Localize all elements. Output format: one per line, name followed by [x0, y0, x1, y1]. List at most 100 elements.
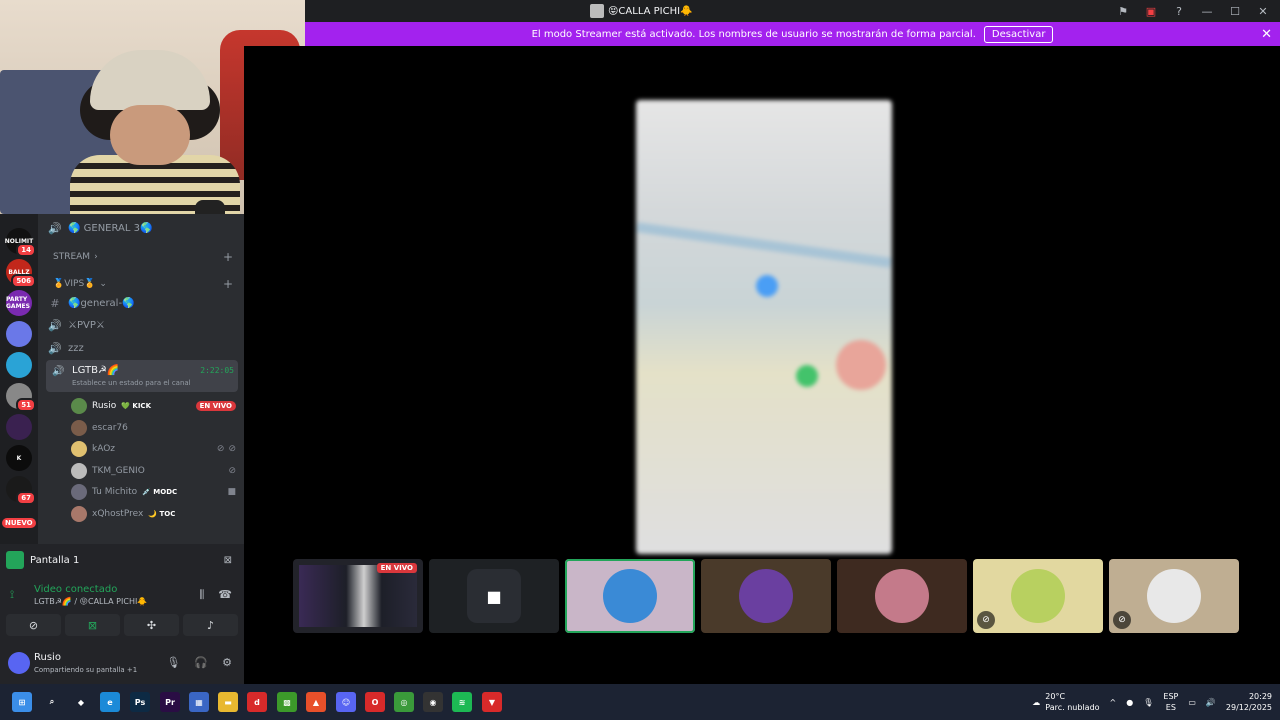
voice-user[interactable]: Rusio 💚 KICK EN VIVO — [71, 398, 236, 414]
close-window-icon[interactable]: ✕ — [1256, 4, 1270, 18]
activities-button[interactable]: ✣ — [124, 614, 179, 636]
signal-icon[interactable]: ⟟ — [10, 588, 14, 602]
mic-muted-icon: ⊘ — [228, 465, 236, 476]
screen-share-button[interactable]: ⊠ — [65, 614, 120, 636]
app-red-icon[interactable]: ▼ — [482, 692, 502, 712]
explorer-icon[interactable]: ▬ — [218, 692, 238, 712]
avatar — [71, 505, 87, 522]
network-icon[interactable]: ▭ — [1188, 698, 1196, 707]
participant-tiles: EN VIVO ■ ⊘ ⊘ — [293, 559, 1239, 633]
camera-icon: ■ — [467, 569, 521, 623]
voice-user[interactable]: Tu Michito 💉 MODC ■ — [71, 484, 236, 500]
channel-zzz[interactable]: 🔊 zzz — [48, 342, 238, 355]
channel-active-voice[interactable]: 🔊 LGTB☭🌈 2:22:05 Establece un estado par… — [46, 360, 238, 392]
spotify-icon[interactable]: ≋ — [452, 692, 472, 712]
volume-icon[interactable]: 🔊 — [1206, 698, 1216, 707]
avatar — [603, 569, 657, 623]
system-tray: ☁ 20°C Parc. nublado ^ ● 🎙 ESP ES ▭ 🔊 20:2… — [1032, 684, 1272, 720]
server-icon[interactable]: BALLZ 506 — [6, 259, 36, 288]
voice-connection: ⟟ Video conectado LGTB☭🌈 / 😝CALLA PICHI🐥… — [10, 584, 232, 606]
voice-user[interactable]: xQhostPrex 🌙 TOC — [71, 505, 236, 522]
language-indicator[interactable]: ESP ES — [1163, 691, 1178, 713]
app-d-icon[interactable]: d — [247, 692, 267, 712]
channel-general3[interactable]: 🔊 🌎 GENERAL 3🌎 — [48, 222, 238, 235]
add-channel-icon[interactable]: + — [223, 277, 233, 291]
server-icon[interactable] — [6, 414, 32, 440]
voice-user[interactable]: kAOz ⊘ ⊘ — [71, 441, 236, 457]
search-icon[interactable]: ⌕ — [42, 692, 62, 712]
disconnect-icon[interactable]: ☎ — [218, 588, 232, 602]
channel-status[interactable]: Establece un estado para el canal — [72, 379, 191, 387]
obs-icon[interactable]: ◉ — [423, 692, 443, 712]
add-channel-icon[interactable]: + — [223, 250, 233, 264]
tray-chevron-icon[interactable]: ^ — [1110, 698, 1117, 707]
participant-tile[interactable]: ■ — [429, 559, 559, 633]
stop-share-icon[interactable]: ⊠ — [224, 555, 232, 566]
weather-widget[interactable]: ☁ 20°C Parc. nublado — [1032, 691, 1099, 713]
soundboard-icon[interactable]: ⫼ — [199, 588, 204, 602]
headphones-icon[interactable]: 🎧 — [194, 656, 208, 669]
category-vips[interactable]: 🏅VIPS🏅 ⌄ + — [53, 277, 233, 291]
screen-icon[interactable]: ▣ — [1144, 4, 1158, 18]
mention-badge: 67 — [16, 491, 36, 505]
avatar — [739, 569, 793, 623]
hash-icon: # — [50, 297, 60, 310]
participant-tile[interactable]: EN VIVO — [293, 559, 423, 633]
store-icon[interactable]: ▦ — [189, 692, 209, 712]
user-tag: 💉 MODC — [142, 488, 178, 496]
discord-window: 😝CALLA PICHI🐥 ⚑ ▣ ? — ☐ ✕ El modo Stream… — [0, 0, 1280, 720]
close-banner-icon[interactable]: ✕ — [1261, 27, 1272, 42]
flag-icon[interactable]: ⚑ — [1116, 4, 1130, 18]
shared-screen-view[interactable] — [636, 100, 892, 554]
soundboard-button[interactable]: ♪ — [183, 614, 238, 636]
voice-controls: ⊘ ⊠ ✣ ♪ — [6, 614, 238, 636]
mention-badge: 51 — [16, 398, 36, 412]
participant-tile[interactable] — [701, 559, 831, 633]
live-badge: EN VIVO — [376, 563, 417, 573]
maximize-icon[interactable]: ☐ — [1228, 4, 1242, 18]
server-icon[interactable] — [6, 321, 32, 347]
start-icon[interactable]: ⊞ — [12, 692, 32, 712]
brave-icon[interactable]: ▲ — [306, 692, 326, 712]
avatar — [71, 462, 87, 479]
participant-tile[interactable]: ⊘ — [1109, 559, 1239, 633]
premiere-icon[interactable]: Pr — [160, 692, 180, 712]
camera-off-button[interactable]: ⊘ — [6, 614, 61, 636]
speaker-icon: 🔊 — [48, 342, 62, 355]
participant-tile[interactable] — [837, 559, 967, 633]
clock[interactable]: 20:29 29/12/2025 — [1226, 691, 1272, 713]
avatar[interactable] — [8, 652, 30, 674]
category-stream[interactable]: STREAM › + — [53, 250, 233, 264]
screen-icon: ⊘ — [228, 444, 236, 454]
server-icon[interactable]: K — [6, 445, 32, 471]
channel-pvp[interactable]: 🔊 ⚔PVP⚔ — [48, 319, 238, 332]
tray-app-icon[interactable]: ● — [1126, 698, 1133, 707]
minecraft-icon[interactable]: ▩ — [277, 692, 297, 712]
voice-user[interactable]: escar76 — [71, 419, 236, 436]
mic-tray-icon[interactable]: 🎙 — [1143, 698, 1153, 707]
server-icon[interactable]: NOLIMIT 14 — [5, 228, 36, 257]
voice-user[interactable]: TKM_GENIO ⊘ — [71, 462, 236, 479]
server-icon[interactable]: 67 — [6, 476, 36, 505]
discord-icon[interactable]: ☺ — [336, 692, 356, 712]
server-icon[interactable]: PARTY GAMES — [6, 290, 32, 316]
help-icon[interactable]: ? — [1172, 4, 1186, 18]
server-icon[interactable] — [6, 352, 32, 378]
edge-icon[interactable]: e — [100, 692, 120, 712]
copilot-icon[interactable]: ◆ — [71, 692, 91, 712]
server-icon[interactable]: 51 — [6, 383, 36, 412]
opera-icon[interactable]: O — [365, 692, 385, 712]
channel-general[interactable]: # 🌎general-🌎 — [48, 297, 238, 310]
participant-tile[interactable]: ⊘ — [973, 559, 1103, 633]
video-icon: ■ — [227, 487, 236, 497]
disable-streamer-button[interactable]: Desactivar — [983, 25, 1054, 43]
photoshop-icon[interactable]: Ps — [130, 692, 150, 712]
mic-muted-icon: ⊘ — [216, 444, 225, 454]
screen-share-row[interactable]: Pantalla 1 ⊠ — [6, 548, 236, 572]
minimize-icon[interactable]: — — [1200, 4, 1214, 18]
chrome-icon[interactable]: ◎ — [394, 692, 414, 712]
participant-tile[interactable] — [565, 559, 695, 633]
settings-icon[interactable]: ⚙ — [222, 656, 232, 669]
user-tag: 🌙 TOC — [148, 509, 176, 518]
microphone-icon[interactable]: 🎙 — [166, 656, 180, 669]
